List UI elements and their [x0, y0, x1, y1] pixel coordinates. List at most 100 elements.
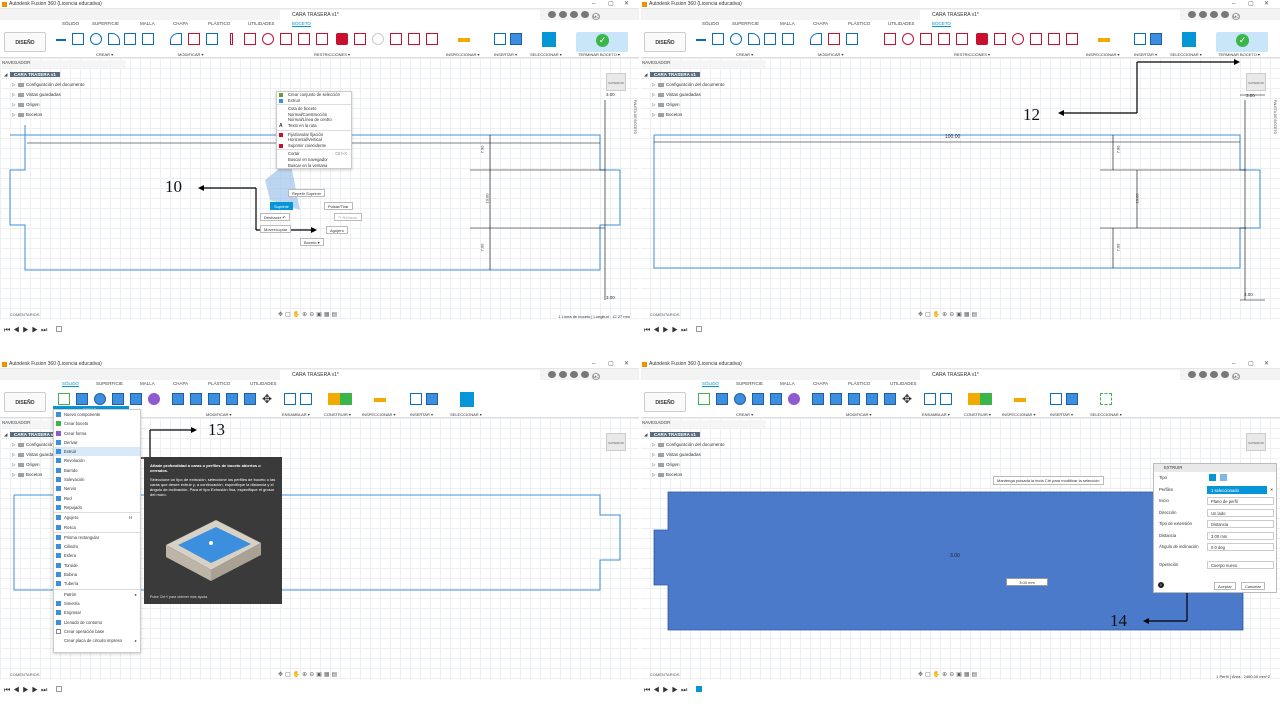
menu-web[interactable]: Red: [54, 494, 140, 503]
repeat-delete-button[interactable]: Repetir Suprimir: [288, 189, 325, 197]
menu-base-feature[interactable]: Crear operación base: [54, 627, 140, 636]
create-dropdown-menu: Nuevo componente Crear boceto Crear form…: [53, 409, 141, 653]
comments-panel[interactable]: COMENTARIOS: [10, 312, 39, 317]
menu-cylinder[interactable]: Cilindro: [54, 542, 140, 551]
start-select[interactable]: Plano de perfil: [1207, 497, 1274, 505]
menu-loft[interactable]: Solevación: [54, 475, 140, 484]
menu-delete-coincident[interactable]: Suprimir coincidente: [277, 143, 351, 149]
menu-find-window[interactable]: Buscar en la ventana: [277, 163, 351, 169]
dim-3-bottom[interactable]: 3.00: [1244, 292, 1253, 297]
navigation-toolbar[interactable]: ✥▢✋⊕⊖▣▦▤: [918, 311, 979, 318]
comments-panel[interactable]: COMENTARIOS: [10, 672, 39, 677]
timeline[interactable]: ⏮◀▶▶⏭: [644, 686, 703, 695]
menu-sphere[interactable]: Esfera: [54, 551, 140, 560]
chevron-right-icon: ▸: [134, 638, 137, 644]
extrude-icon: [56, 449, 61, 455]
menu-coil[interactable]: Bobina: [54, 570, 140, 579]
timeline-marker[interactable]: [56, 686, 63, 692]
timeline[interactable]: ⏮◀▶▶⏭: [4, 326, 63, 335]
solid-type-icon[interactable]: [1209, 474, 1216, 481]
dim-3-bottom[interactable]: 3.00: [606, 295, 615, 300]
hole-icon: [56, 515, 61, 521]
timeline-sketch-marker[interactable]: [696, 686, 703, 692]
info-icon[interactable]: i: [1158, 582, 1164, 588]
menu-create-form[interactable]: Crear forma: [54, 429, 140, 438]
extrude-illustration: [165, 519, 262, 581]
menu-thicken[interactable]: Engrosar: [54, 608, 140, 617]
menu-pipe[interactable]: Tubería: [54, 579, 140, 588]
dim-100[interactable]: 100.00: [945, 134, 960, 140]
timeline-marker[interactable]: [696, 326, 703, 332]
dim-7-bottom[interactable]: 7.00: [479, 244, 484, 252]
navigation-toolbar[interactable]: ✥▢✋⊕⊖▣▦▤: [918, 671, 979, 678]
box-icon: [56, 534, 61, 540]
menu-sweep[interactable]: Barrido: [54, 466, 140, 475]
status-text: 1 Línea de boceto | Longitud : 12.27 mm: [558, 314, 630, 319]
annotation-10: 10: [165, 177, 182, 196]
menu-mirror[interactable]: Simetría: [54, 599, 140, 608]
loft-icon: [56, 477, 61, 483]
redo-button[interactable]: ↷ Rehacer: [334, 213, 362, 221]
menu-create-sketch[interactable]: Crear boceto: [54, 419, 140, 428]
dim-7-top[interactable]: 7.00: [1115, 146, 1120, 154]
mirror-icon: [56, 600, 61, 606]
new-component-icon: [56, 412, 61, 417]
sketch-geometry: [9, 100, 621, 300]
delete-button[interactable]: Suprimir: [270, 202, 293, 210]
dim-10[interactable]: 10.00: [485, 193, 490, 203]
extrude-dialog-title: EXTRUIR: [1154, 464, 1276, 472]
menu-emboss[interactable]: Repujado: [54, 503, 140, 512]
menu-box[interactable]: Prisma rectangular: [54, 533, 140, 542]
annotation-12: 12: [1023, 105, 1040, 124]
navigation-toolbar[interactable]: ✥▢✋⊕⊖▣▦▤: [278, 311, 339, 318]
profiles-selector[interactable]: 1 seleccionado: [1207, 485, 1267, 494]
menu-hole[interactable]: Agujero H: [54, 513, 140, 522]
dim-3-top[interactable]: 3.00: [1246, 93, 1255, 98]
annotation-13: 13: [208, 420, 225, 439]
sketch-dropdown[interactable]: Boceto ▾: [300, 238, 324, 246]
menu-pattern[interactable]: Patrón ▸: [54, 590, 140, 599]
dim-10[interactable]: 10.00: [1135, 193, 1140, 203]
web-icon: [56, 495, 61, 501]
thin-type-icon[interactable]: [1220, 474, 1227, 481]
menu-new-component[interactable]: Nuevo componente: [54, 410, 140, 419]
dim-3-top[interactable]: 3.00: [606, 92, 615, 97]
menu-rib[interactable]: Nervio: [54, 484, 140, 493]
comments-panel[interactable]: COMENTARIOS: [650, 672, 679, 677]
timeline[interactable]: ⏮◀▶▶⏭: [4, 686, 63, 695]
menu-boundary-fill[interactable]: Llenado de contorno: [54, 618, 140, 627]
dim-7-top[interactable]: 7.00: [479, 146, 484, 154]
timeline-marker[interactable]: [56, 326, 63, 332]
move-copy-button[interactable]: Mover/copiar: [260, 225, 292, 233]
menu-torus[interactable]: Toroide: [54, 561, 140, 570]
menu-derive[interactable]: Derivar: [54, 438, 140, 447]
row-taper: Ángulo de inclinación 0.0 deg: [1154, 541, 1276, 553]
undo-button[interactable]: Deshacer ↶: [260, 213, 290, 221]
menu-thread[interactable]: Rosca: [54, 523, 140, 532]
hole-button[interactable]: Agujero: [326, 226, 348, 234]
menu-text-on-path[interactable]: A Texto en la ruta: [277, 123, 351, 129]
clear-selection-icon[interactable]: ✕: [1270, 484, 1274, 496]
cancel-button[interactable]: Cancelar: [1240, 582, 1265, 590]
distance-input[interactable]: 3.00 mm: [1207, 531, 1274, 540]
navigation-toolbar[interactable]: ✥▢✋⊕⊖▣▦▤: [278, 671, 339, 678]
derive-icon: [56, 439, 61, 445]
operation-select[interactable]: Cuerpo nuevo: [1207, 560, 1274, 569]
menu-extrude[interactable]: Extruir: [54, 447, 140, 457]
comments-panel[interactable]: COMENTARIOS: [650, 312, 679, 317]
menu-pcb[interactable]: Crear placa de circuito impreso ▸: [54, 636, 140, 645]
menu-extrude[interactable]: Extruir: [277, 98, 351, 104]
distance-manipulator-input[interactable]: 3.00 mm: [1006, 578, 1048, 586]
rib-icon: [56, 486, 61, 492]
ok-button[interactable]: Aceptar: [1214, 582, 1236, 590]
taper-angle-input[interactable]: 0.0 deg: [1207, 543, 1274, 551]
form-icon: [56, 430, 61, 436]
push-pull-button[interactable]: Pulsar/Tirar: [324, 202, 353, 210]
direction-select[interactable]: Un lado: [1207, 508, 1274, 517]
sketch-geometry: [653, 59, 1265, 301]
menu-revolve[interactable]: Revolución: [54, 456, 140, 465]
dim-7-bottom[interactable]: 7.00: [1115, 244, 1120, 252]
extent-type-select[interactable]: Distancia: [1207, 520, 1274, 528]
timeline[interactable]: ⏮◀▶▶⏭: [644, 326, 703, 335]
thread-icon: [56, 524, 61, 530]
